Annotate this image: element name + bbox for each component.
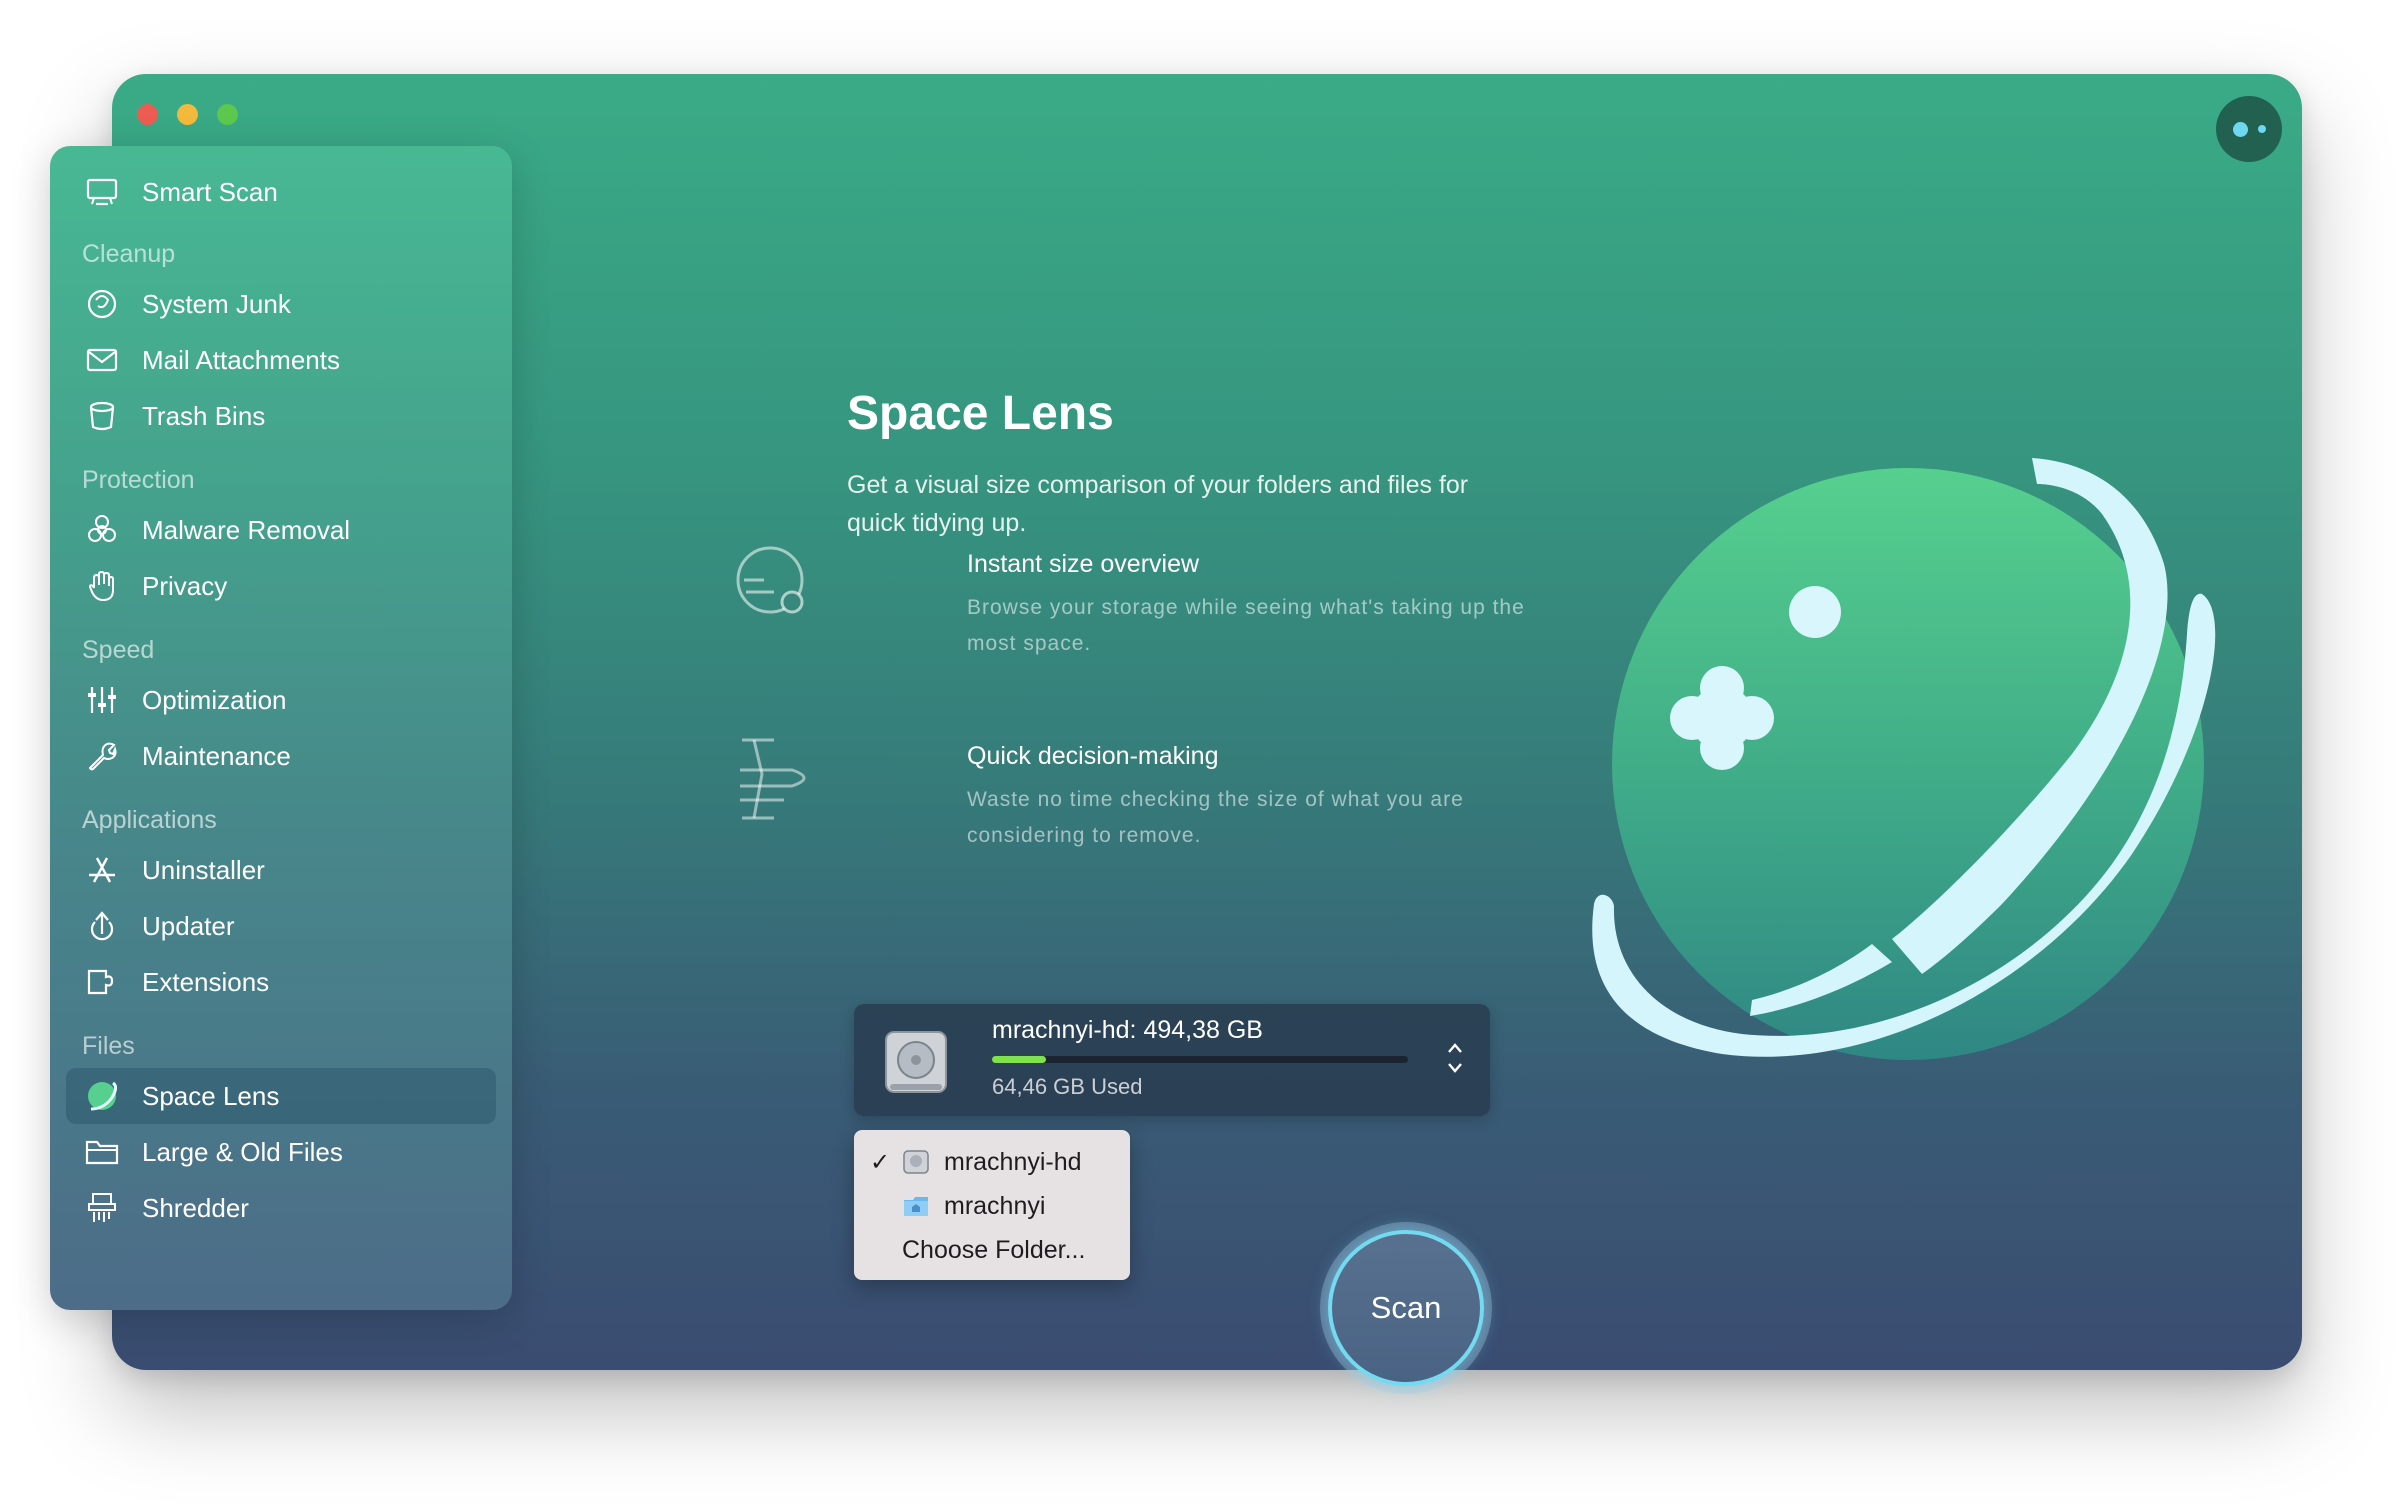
sidebar-section-protection: Protection bbox=[82, 466, 195, 494]
sliders-icon bbox=[84, 682, 120, 718]
feature-desc-decision: Waste no time checking the size of what … bbox=[967, 788, 1464, 847]
sidebar-item-label: Trash Bins bbox=[142, 400, 266, 431]
space-lens-icon bbox=[84, 1078, 120, 1114]
sidebar-item-mail-attachments[interactable]: Mail Attachments bbox=[66, 332, 496, 388]
sidebar-item-label: Privacy bbox=[142, 570, 228, 601]
disk-name: mrachnyi-hd: 494,38 GB bbox=[992, 1016, 1263, 1044]
sidebar-item-label: Space Lens bbox=[142, 1080, 280, 1111]
sidebar-item-uninstaller[interactable]: Uninstaller bbox=[66, 842, 496, 898]
scan-button[interactable]: Scan bbox=[1328, 1230, 1484, 1386]
disk-usage-bar bbox=[992, 1056, 1408, 1063]
disk-dropdown-menu: ✓ mrachnyi-hd mrachnyi Choose Folder... bbox=[854, 1130, 1130, 1280]
assistant-dot-icon bbox=[2232, 121, 2248, 137]
home-folder-icon bbox=[904, 1197, 928, 1216]
sidebar-item-label: Large & Old Files bbox=[142, 1136, 343, 1167]
sidebar-item-label: Shredder bbox=[142, 1192, 249, 1223]
sidebar-item-label: Updater bbox=[142, 910, 235, 941]
sidebar-item-privacy[interactable]: Privacy bbox=[66, 558, 496, 614]
dropdown-label-choose-folder: Choose Folder... bbox=[902, 1235, 1086, 1264]
checkmark-icon: ✓ bbox=[870, 1148, 891, 1176]
sidebar-item-label: System Junk bbox=[142, 288, 291, 319]
update-arrow-icon bbox=[84, 908, 120, 944]
dropdown-item-mrachnyi-hd[interactable]: ✓ mrachnyi-hd bbox=[854, 1140, 1130, 1184]
sidebar-item-extensions[interactable]: Extensions bbox=[66, 954, 496, 1010]
puzzle-extension-icon bbox=[84, 964, 120, 1000]
sidebar-item-updater[interactable]: Updater bbox=[66, 898, 496, 954]
sidebar-item-label: Smart Scan bbox=[142, 176, 278, 207]
sidebar-section-applications: Applications bbox=[82, 806, 217, 834]
sidebar-item-label: Optimization bbox=[142, 684, 287, 715]
size-overview-icon bbox=[736, 546, 804, 614]
assistant-button[interactable] bbox=[2216, 96, 2282, 162]
disk-used-label: 64,46 GB Used bbox=[992, 1074, 1143, 1099]
assistant-dot-small-icon bbox=[2257, 125, 2266, 133]
sidebar-item-label: Malware Removal bbox=[142, 514, 351, 545]
feature-title-decision: Quick decision-making bbox=[967, 742, 1219, 770]
decision-icon bbox=[740, 738, 806, 820]
sidebar-item-smart-scan[interactable]: Smart Scan bbox=[66, 164, 496, 220]
sidebar-item-malware-removal[interactable]: Malware Removal bbox=[66, 502, 496, 558]
app-store-icon bbox=[84, 852, 120, 888]
chevron-up-down-icon[interactable] bbox=[1446, 1040, 1464, 1076]
sidebar-item-label: Uninstaller bbox=[142, 854, 265, 885]
sidebar-item-system-junk[interactable]: System Junk bbox=[66, 276, 496, 332]
hand-icon bbox=[84, 568, 120, 604]
feature-desc-size-overview: Browse your storage while seeing what's … bbox=[967, 596, 1525, 655]
sidebar: Smart Scan Cleanup System Junk Mail Atta… bbox=[50, 146, 512, 1310]
hard-drive-small-icon bbox=[903, 1150, 929, 1174]
sidebar-item-space-lens[interactable]: Space Lens bbox=[66, 1068, 496, 1124]
minimize-window-button[interactable] bbox=[177, 104, 198, 125]
dropdown-item-mrachnyi[interactable]: mrachnyi bbox=[854, 1184, 1130, 1228]
space-lens-planet-illustration bbox=[1592, 458, 2216, 1060]
feature-title-size-overview: Instant size overview bbox=[967, 550, 1200, 578]
dropdown-label-mrachnyi: mrachnyi bbox=[944, 1191, 1046, 1220]
close-window-button[interactable] bbox=[137, 104, 158, 125]
sidebar-item-label: Extensions bbox=[142, 966, 270, 997]
dropdown-label-mrachnyi-hd: mrachnyi-hd bbox=[944, 1147, 1082, 1176]
sidebar-item-trash-bins[interactable]: Trash Bins bbox=[66, 388, 496, 444]
page-title: Space Lens bbox=[847, 387, 1114, 440]
sidebar-item-shredder[interactable]: Shredder bbox=[66, 1180, 496, 1236]
sidebar-item-label: Mail Attachments bbox=[142, 344, 340, 375]
sidebar-item-label: Maintenance bbox=[142, 740, 291, 771]
biohazard-icon bbox=[84, 512, 120, 548]
shredder-icon bbox=[84, 1190, 120, 1226]
sidebar-section-files: Files bbox=[82, 1032, 135, 1060]
sidebar-section-cleanup: Cleanup bbox=[82, 240, 176, 268]
hard-drive-icon bbox=[885, 1031, 947, 1093]
envelope-icon bbox=[84, 342, 120, 378]
system-junk-icon bbox=[84, 286, 120, 322]
dropdown-item-choose-folder[interactable]: Choose Folder... bbox=[854, 1228, 1130, 1272]
disk-usage-fill bbox=[992, 1056, 1047, 1063]
sidebar-item-large-old-files[interactable]: Large & Old Files bbox=[66, 1124, 496, 1180]
disk-selector[interactable]: mrachnyi-hd: 494,38 GB 64,46 GB Used bbox=[854, 1004, 1490, 1116]
wrench-icon bbox=[84, 738, 120, 774]
sidebar-section-speed: Speed bbox=[82, 636, 155, 664]
sidebar-item-optimization[interactable]: Optimization bbox=[66, 672, 496, 728]
folder-icon bbox=[84, 1134, 120, 1170]
monitor-icon bbox=[84, 174, 120, 210]
trash-bin-icon bbox=[84, 398, 120, 434]
sidebar-item-maintenance[interactable]: Maintenance bbox=[66, 728, 496, 784]
page-subtitle: Get a visual size comparison of your fol… bbox=[847, 471, 1469, 537]
maximize-window-button[interactable] bbox=[217, 104, 238, 125]
